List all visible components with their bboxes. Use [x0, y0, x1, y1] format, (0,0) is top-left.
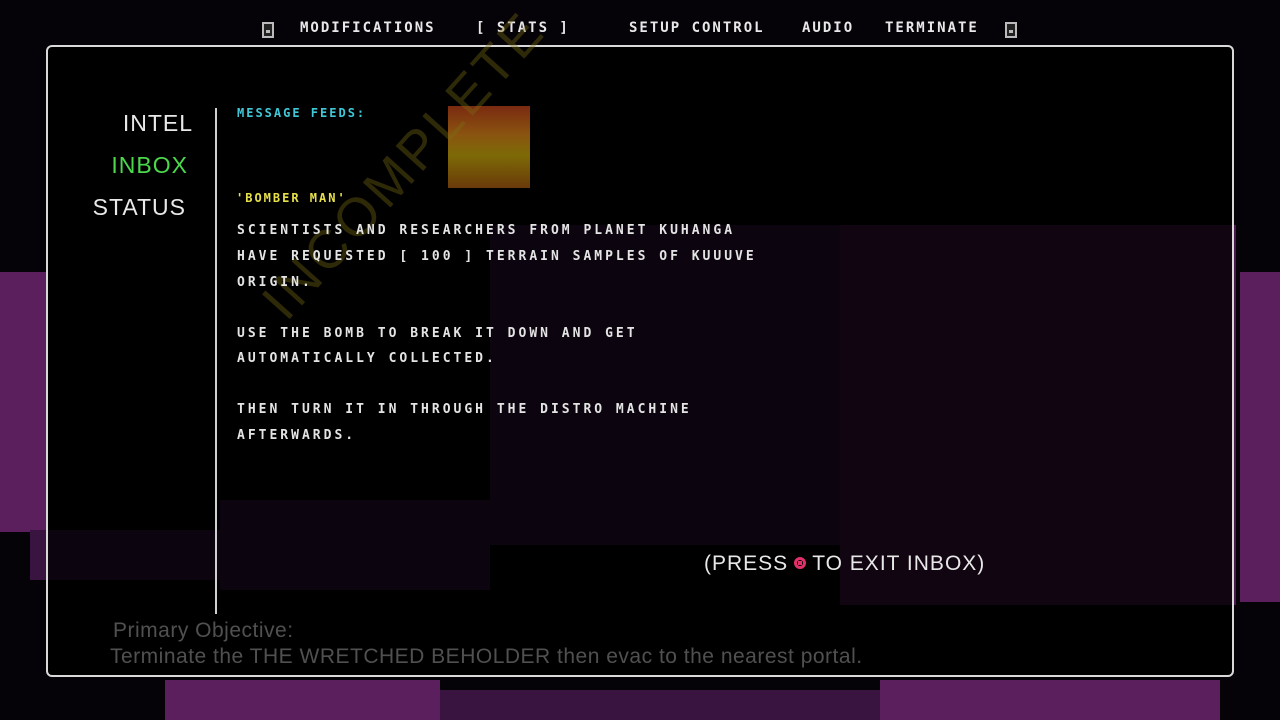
scenery-right-wall	[1240, 272, 1280, 602]
primary-objective: Primary Objective: Terminate the THE WRE…	[110, 618, 863, 670]
exit-inbox-hint: (PRESS TO EXIT INBOX)	[704, 552, 985, 576]
exit-hint-prefix: (PRESS	[704, 552, 789, 575]
scenery-floor-bottom-left	[165, 680, 440, 720]
message-feeds-label: MESSAGE FEEDS:	[237, 106, 367, 120]
menu-terminate[interactable]: TERMINATE	[885, 20, 979, 36]
panel-divider	[215, 108, 217, 614]
objective-text: Terminate the THE WRETCHED BEHOLDER then…	[110, 645, 863, 668]
scenery-floor-bottom-right	[880, 680, 1220, 720]
tab-status[interactable]: STATUS	[93, 194, 186, 221]
message-line: THEN TURN IT IN THROUGH THE DISTRO MACHI…	[237, 402, 692, 417]
message-line: HAVE REQUESTED [ 100 ] TERRAIN SAMPLES O…	[237, 249, 757, 264]
circle-button-icon	[794, 557, 807, 569]
menu-audio[interactable]: AUDIO	[802, 20, 854, 36]
exit-hint-suffix: TO EXIT INBOX)	[812, 552, 986, 575]
message-thumbnail[interactable]	[448, 106, 530, 188]
objective-label: Primary Objective:	[113, 619, 294, 642]
inbox-panel	[46, 45, 1234, 677]
tab-inbox[interactable]: INBOX	[111, 152, 188, 179]
scenery-floor-bottom-mid	[440, 690, 880, 720]
message-line: USE THE BOMB TO BREAK IT DOWN AND GET	[237, 326, 638, 341]
game-screen: MODIFICATIONS [ STATS ] SETUP CONTROL AU…	[0, 0, 1280, 720]
right-bumper-icon[interactable]	[1005, 22, 1017, 38]
message-line: SCIENTISTS AND RESEARCHERS FROM PLANET K…	[237, 223, 736, 238]
scenery-left-wall	[0, 272, 48, 532]
message-line: AUTOMATICALLY COLLECTED.	[237, 351, 497, 366]
menu-setup-control[interactable]: SETUP CONTROL	[629, 20, 765, 36]
left-bumper-icon[interactable]	[262, 22, 274, 38]
top-menu: MODIFICATIONS [ STATS ] SETUP CONTROL AU…	[258, 18, 1028, 40]
message-title: 'BOMBER MAN'	[236, 191, 347, 205]
tab-intel[interactable]: INTEL	[123, 110, 193, 137]
message-line: AFTERWARDS.	[237, 428, 357, 443]
message-line: ORIGIN.	[237, 275, 313, 290]
menu-modifications[interactable]: MODIFICATIONS	[300, 20, 436, 36]
menu-stats[interactable]: [ STATS ]	[476, 20, 570, 36]
